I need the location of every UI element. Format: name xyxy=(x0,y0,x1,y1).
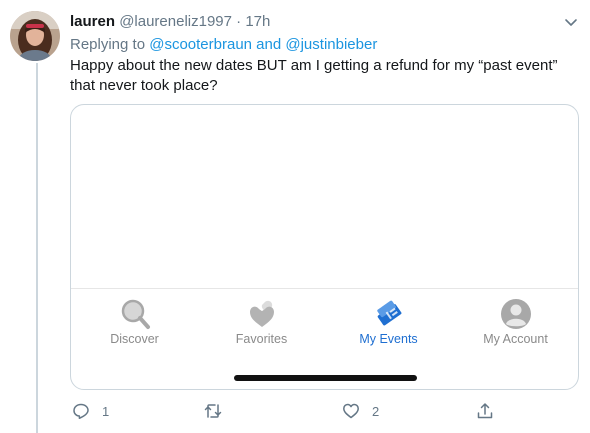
avatar[interactable] xyxy=(10,11,60,61)
retweet-button[interactable] xyxy=(204,400,234,422)
avatar-image xyxy=(10,11,60,61)
tweet-media[interactable]: Discover Favorites My Events My Account xyxy=(70,104,579,390)
tab-favorites: Favorites xyxy=(198,289,325,359)
replying-prefix: Replying to xyxy=(70,36,150,53)
tab-label: My Events xyxy=(359,332,418,346)
like-count: 2 xyxy=(372,403,380,419)
share-button[interactable] xyxy=(476,400,494,422)
tweet-text: Happy about the new dates BUT am I getti… xyxy=(70,57,558,94)
user-handle[interactable]: @laureneliz1997 xyxy=(119,13,232,30)
tab-my-account: My Account xyxy=(452,289,578,359)
account-icon xyxy=(500,299,531,329)
tab-label: Discover xyxy=(110,332,159,346)
app-tab-bar: Discover Favorites My Events My Account xyxy=(71,289,578,359)
hearts-icon xyxy=(249,300,274,327)
chevron-down-icon[interactable] xyxy=(563,14,579,30)
replying-to: Replying to @scooterbraun and @justinbie… xyxy=(70,36,377,54)
search-icon xyxy=(121,299,150,329)
mention-joiner[interactable]: and xyxy=(252,36,285,53)
heart-icon xyxy=(343,403,359,419)
tab-label: My Account xyxy=(483,332,548,346)
tab-my-events: My Events xyxy=(325,289,452,359)
thread-line xyxy=(36,63,38,433)
timestamp[interactable]: 17h xyxy=(245,13,270,30)
like-button[interactable]: 2 xyxy=(342,400,379,422)
display-name[interactable]: lauren xyxy=(70,13,115,30)
tab-label: Favorites xyxy=(235,332,288,346)
separator-dot: · xyxy=(236,13,242,30)
home-indicator xyxy=(234,375,417,381)
retweet-icon xyxy=(204,404,222,418)
mention-link[interactable]: @justinbieber xyxy=(285,36,377,53)
reply-count: 1 xyxy=(102,403,110,419)
reply-icon xyxy=(73,403,89,420)
tickets-icon xyxy=(376,300,401,326)
mention-link[interactable]: @scooterbraun xyxy=(149,36,252,53)
tweet-actions: 1 2 xyxy=(70,400,500,422)
share-icon xyxy=(477,403,493,419)
reply-button[interactable]: 1 xyxy=(72,400,109,422)
tab-discover: Discover xyxy=(71,289,198,359)
tweet-header: lauren @laureneliz1997 · 17h xyxy=(70,13,270,31)
